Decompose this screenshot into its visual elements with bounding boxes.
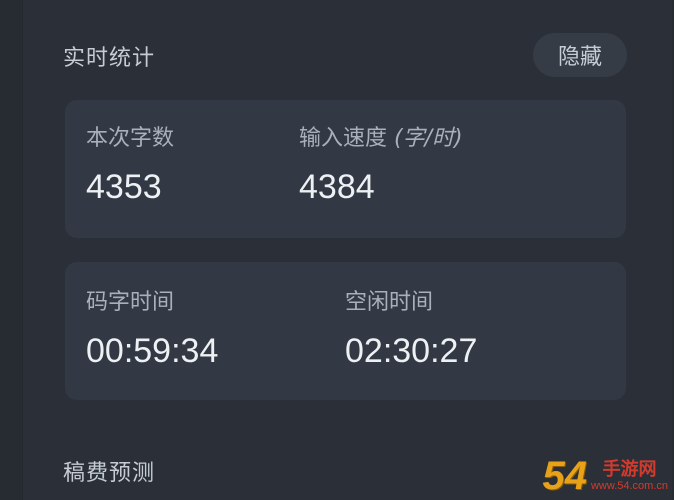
- idle-time-metric: 空闲时间 02:30:27: [345, 284, 477, 371]
- stats-panel: 实时统计 隐藏 本次字数 4353 输入速度 (字/时) 4384 码字时间 0…: [22, 0, 672, 500]
- hide-button[interactable]: 隐藏: [533, 33, 627, 77]
- chars-metric: 本次字数 4353: [86, 120, 174, 207]
- typing-time-value: 00:59:34: [86, 332, 219, 370]
- speed-label-row: 输入速度 (字/时): [299, 120, 463, 152]
- typing-time-metric: 码字时间 00:59:34: [86, 284, 218, 371]
- session-stats-card: 本次字数 4353 输入速度 (字/时) 4384: [65, 100, 626, 238]
- typing-time-label: 码字时间: [86, 290, 175, 315]
- realtime-stats-title: 实时统计: [63, 46, 156, 71]
- watermark-number: 54: [542, 454, 587, 498]
- speed-metric: 输入速度 (字/时) 4384: [299, 120, 463, 207]
- fee-estimate-title: 稿费预测: [63, 461, 156, 486]
- watermark-url: www.54.com.cn: [590, 479, 668, 492]
- idle-time-value: 02:30:27: [345, 332, 478, 370]
- watermark-site: 手游网: [602, 459, 657, 481]
- time-stats-card: 码字时间 00:59:34 空闲时间 02:30:27: [65, 262, 626, 400]
- site-watermark: 54 手游网 www.54.com.cn: [514, 452, 674, 500]
- chars-value: 4353: [86, 168, 162, 206]
- idle-time-label: 空闲时间: [345, 290, 434, 315]
- speed-label: 输入速度: [299, 126, 388, 151]
- speed-value: 4384: [299, 168, 375, 206]
- chars-label: 本次字数: [86, 126, 175, 151]
- watermark-text: 手游网 www.54.com.cn: [591, 460, 668, 492]
- speed-unit: (字/时): [394, 126, 463, 151]
